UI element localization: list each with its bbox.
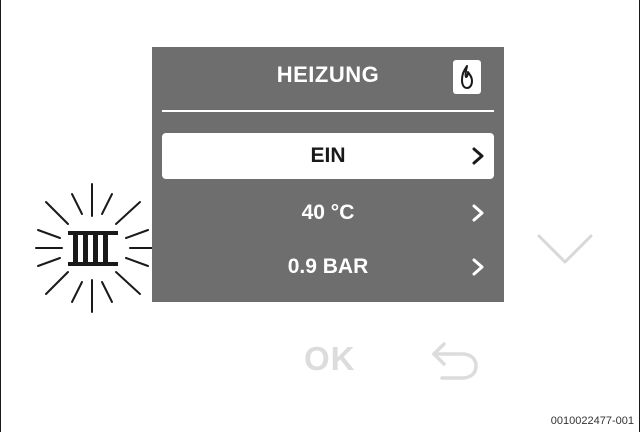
menu-row-label: 0.9 BAR <box>287 255 369 278</box>
menu-row-label: 40 °C <box>301 201 355 224</box>
menu-row-ein[interactable]: EIN <box>162 133 494 179</box>
title-divider <box>162 110 494 112</box>
menu-row-pressure[interactable]: 0.9 BAR <box>162 244 494 290</box>
flame-icon <box>461 65 473 89</box>
chevron-down-icon[interactable] <box>535 232 595 266</box>
page-title: HEIZUNG <box>276 62 380 87</box>
chevron-right-icon <box>472 147 484 165</box>
chevron-right-icon <box>472 204 484 222</box>
menu-row-label: EIN <box>310 144 346 167</box>
flame-status-box <box>453 60 481 94</box>
menu-row-temperature[interactable]: 40 °C <box>162 190 494 236</box>
figure-caption: 0010022477-001 <box>550 415 634 427</box>
ok-button[interactable]: OK <box>304 340 356 378</box>
chevron-right-icon <box>472 258 484 276</box>
radiator-icon[interactable] <box>28 180 158 315</box>
back-arrow-icon[interactable] <box>428 340 484 384</box>
